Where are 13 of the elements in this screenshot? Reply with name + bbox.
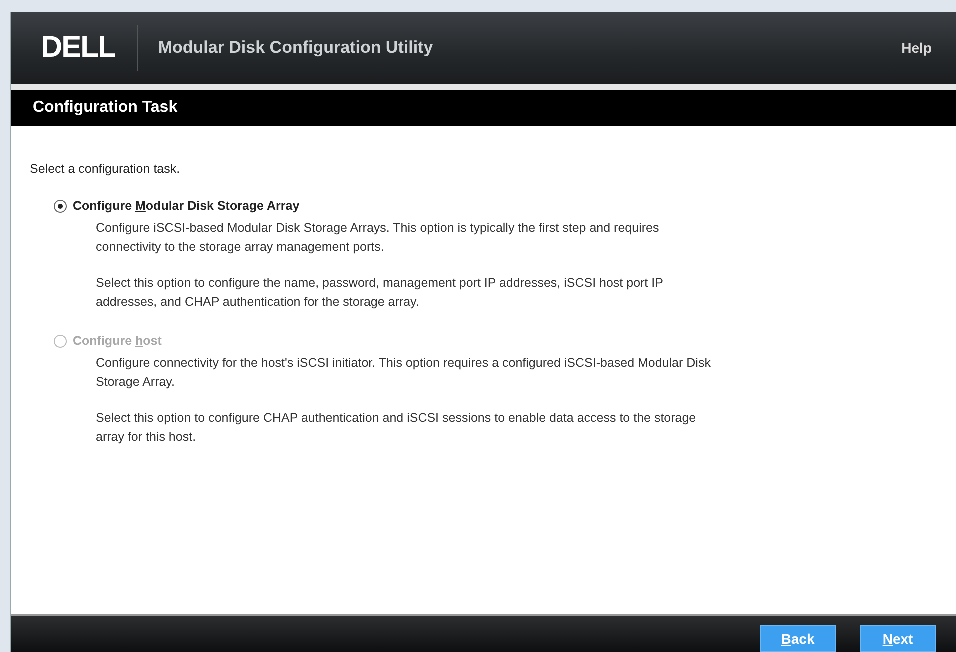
help-link[interactable]: Help: [902, 40, 932, 56]
logo: DELL: [41, 25, 138, 71]
option-label[interactable]: Configure Modular Disk Storage Array: [73, 199, 300, 213]
radio-button[interactable]: [54, 200, 67, 212]
option-description: Select this option to configure the name, password, management port IP addresses, iSCSI host port IP addresses, and CHAP authentication for the storage array.: [96, 275, 664, 311]
option-description: Select this option to configure CHAP authentication and iSCSI sessions to enable data access to the storage array for this host.: [96, 410, 698, 446]
app-title: Modular Disk Configuration Utility: [158, 38, 434, 58]
back-button[interactable]: Back: [760, 625, 836, 652]
instruction-text: Select a configuration task.: [30, 162, 182, 176]
section-title: Configuration Task: [11, 90, 956, 126]
option-description: Configure connectivity for the host's iSCSI initiator. This option requires a configured iSCSI-based Modular Disk Storage Array.: [96, 355, 711, 391]
next-button[interactable]: Next: [860, 625, 936, 652]
option-description: Configure iSCSI-based Modular Disk Storage Arrays. This option is typically the first step and requires connectivity to the storage array management ports.: [96, 220, 660, 256]
